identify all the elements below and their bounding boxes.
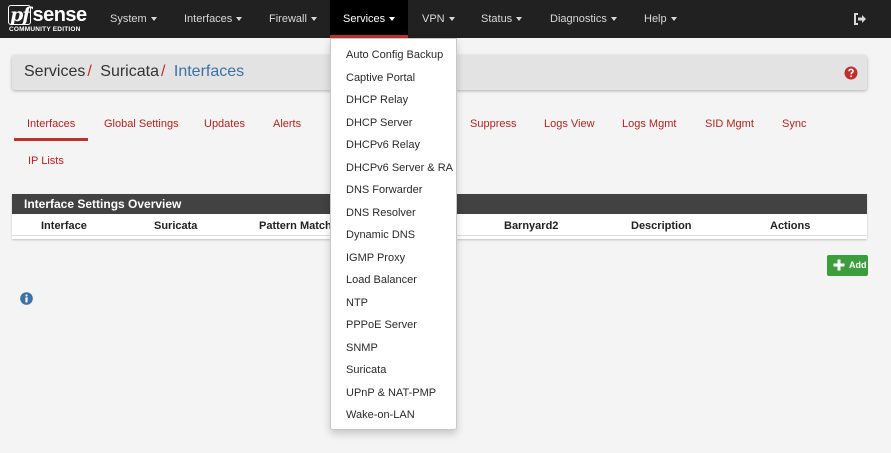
breadcrumb: Services / Suricata / Interfaces [24, 63, 244, 81]
column-header-suricata: Suricata [154, 220, 198, 232]
menu-item-wake-on-lan[interactable]: Wake-on-LAN [346, 409, 415, 421]
tab-logs-mgmt[interactable]: Logs Mgmt [622, 118, 676, 130]
menu-item-dns-resolver[interactable]: DNS Resolver [346, 207, 416, 219]
tab-alerts[interactable]: Alerts [273, 118, 301, 130]
tab-global-settings[interactable]: Global Settings [104, 118, 179, 130]
breadcrumb-suricata[interactable]: Suricata [100, 63, 159, 80]
menu-item-dynamic-dns[interactable]: Dynamic DNS [346, 229, 415, 241]
tab-updates[interactable]: Updates [204, 118, 245, 130]
menu-item-dhcpv6-relay[interactable]: DHCPv6 Relay [346, 139, 420, 151]
nav-services[interactable]: Services [330, 0, 408, 38]
tab-suppress[interactable]: Suppress [470, 118, 516, 130]
menu-item-dhcpv6-server-ra[interactable]: DHCPv6 Server & RA [346, 162, 453, 174]
column-header-pattern-match: Pattern Match [259, 220, 332, 232]
tab-sid-mgmt[interactable]: SID Mgmt [705, 118, 754, 130]
column-header-actions: Actions [770, 220, 811, 232]
nav-vpn[interactable]: VPN [422, 0, 455, 38]
nav-help[interactable]: Help [644, 0, 677, 38]
add-button[interactable]: Add [827, 255, 868, 276]
caret-down-icon [310, 17, 317, 22]
menu-item-suricata[interactable]: Suricata [346, 364, 386, 376]
caret-down-icon [610, 17, 617, 22]
caret-down-icon [150, 17, 157, 22]
add-button-label: Add [849, 260, 867, 270]
caret-down-icon [236, 17, 243, 22]
menu-item-igmp-proxy[interactable]: IGMP Proxy [346, 252, 405, 264]
menu-item-dhcp-server[interactable]: DHCP Server [346, 117, 412, 129]
services-dropdown-menu: Auto Config Backup Captive Portal DHCP R… [330, 38, 457, 430]
tab-sync[interactable]: Sync [782, 118, 806, 130]
caret-down-icon [516, 17, 523, 22]
breadcrumb-interfaces[interactable]: Interfaces [174, 63, 244, 80]
breadcrumb-separator: / [160, 63, 166, 80]
nav-system[interactable]: System [110, 0, 157, 38]
menu-item-ntp[interactable]: NTP [346, 297, 368, 309]
menu-item-auto-config-backup[interactable]: Auto Config Backup [346, 49, 443, 61]
caret-down-icon [448, 17, 455, 22]
menu-item-dns-forwarder[interactable]: DNS Forwarder [346, 184, 422, 196]
active-tab-indicator [14, 138, 88, 141]
menu-item-dhcp-relay[interactable]: DHCP Relay [346, 94, 408, 106]
column-header-description: Description [631, 220, 692, 232]
help-icon[interactable] [844, 66, 858, 80]
nav-interfaces[interactable]: Interfaces [184, 0, 243, 38]
caret-down-icon [389, 17, 396, 22]
menu-item-captive-portal[interactable]: Captive Portal [346, 72, 415, 84]
column-header-interface: Interface [41, 220, 87, 232]
menu-item-snmp[interactable]: SNMP [346, 342, 378, 354]
logout-icon[interactable] [853, 12, 867, 26]
breadcrumb-separator: / [87, 63, 92, 80]
plus-icon [833, 259, 845, 271]
menu-item-upnp-nat-pmp[interactable]: UPnP & NAT-PMP [346, 387, 436, 399]
breadcrumb-services[interactable]: Services [24, 63, 85, 80]
tab-interfaces[interactable]: Interfaces [27, 118, 75, 130]
nav-status[interactable]: Status [481, 0, 523, 38]
menu-item-load-balancer[interactable]: Load Balancer [346, 274, 417, 286]
top-navbar: pf sense COMMUNITY EDITION System Interf… [0, 0, 891, 38]
nav-firewall[interactable]: Firewall [269, 0, 317, 38]
menu-item-pppoe-server[interactable]: PPPoE Server [346, 319, 417, 331]
caret-down-icon [670, 17, 677, 22]
logo-pf-text: pf [8, 4, 32, 26]
column-header-barnyard2: Barnyard2 [504, 220, 559, 232]
tab-logs-view[interactable]: Logs View [544, 118, 595, 130]
logo-edition-text: COMMUNITY EDITION [9, 26, 81, 33]
nav-diagnostics[interactable]: Diagnostics [550, 0, 617, 38]
info-icon[interactable] [20, 292, 33, 305]
tab-ip-lists[interactable]: IP Lists [28, 155, 64, 167]
logo-sense-text: sense [32, 4, 87, 26]
pfsense-logo[interactable]: pf sense COMMUNITY EDITION [8, 4, 92, 36]
